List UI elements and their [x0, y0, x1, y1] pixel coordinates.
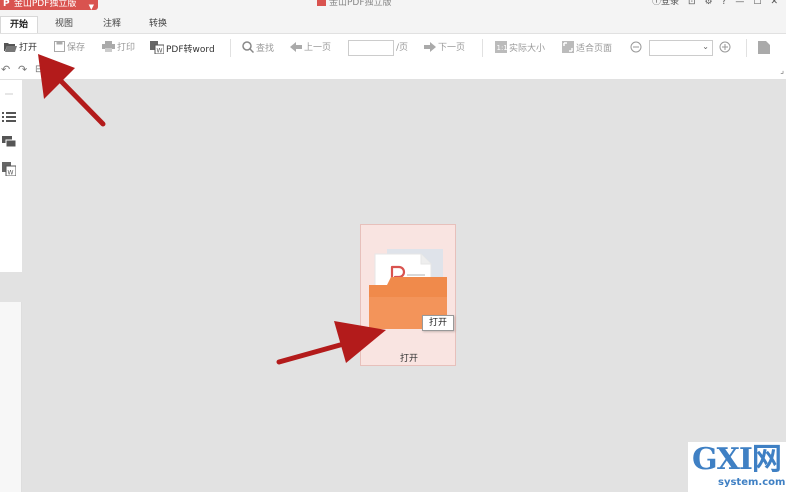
page-view-button[interactable]	[758, 41, 772, 55]
skin-icon[interactable]: ⊡	[688, 0, 696, 7]
window-controls: ⓘ登录 ⊡ ⚙ ? — ☐ ✕	[652, 0, 786, 8]
left-sidebar: W	[0, 80, 22, 492]
save-icon	[54, 41, 65, 52]
login-button[interactable]: ⓘ登录	[652, 0, 679, 7]
arrow-left-icon	[290, 42, 302, 52]
zoom-in-icon	[719, 41, 731, 53]
open-file-card[interactable]: 打开	[360, 224, 456, 366]
page-suffix: /页	[396, 43, 409, 53]
toolbar-divider	[230, 39, 231, 57]
close-button[interactable]: ✕	[770, 0, 778, 7]
fit-page-label: 适合页面	[576, 44, 613, 54]
user-icon: ⓘ	[651, 0, 661, 7]
actual-size-label: 实际大小	[509, 44, 546, 54]
find-button[interactable]: 查找	[242, 41, 274, 55]
comments-icon[interactable]	[2, 136, 16, 148]
pdf-to-word-label: PDF转word	[166, 45, 215, 55]
pdf-file-icon	[317, 0, 326, 6]
open-label: 打开	[19, 43, 38, 53]
watermark-logo: GXI网	[692, 442, 782, 477]
save-label: 保存	[67, 43, 86, 53]
watermark: GXI网 system.com	[688, 442, 786, 492]
fit-page-button[interactable]: 适合页面	[562, 41, 612, 55]
tab-convert[interactable]: 转换	[142, 16, 174, 33]
svg-text:1:1: 1:1	[497, 44, 508, 52]
app-badge-label: 金山PDF独立版	[13, 0, 77, 9]
prev-page-button[interactable]: 上一页	[290, 41, 331, 55]
actual-size-icon: 1:1	[495, 41, 507, 53]
open-button[interactable]: 打开	[4, 41, 37, 55]
settings-icon[interactable]: ⚙	[705, 0, 713, 7]
help-icon[interactable]: ?	[722, 0, 727, 7]
svg-text:W: W	[157, 48, 163, 55]
app-logo-icon: P	[3, 0, 10, 9]
find-label: 查找	[256, 44, 275, 54]
prev-page-label: 上一页	[304, 43, 332, 53]
tooltip: 打开	[422, 315, 454, 331]
print-label: 打印	[117, 43, 136, 53]
toolbar-divider	[746, 39, 747, 57]
zoom-out-icon	[630, 41, 642, 53]
chevron-down-icon: ▼	[88, 3, 94, 10]
chevron-down-icon: ⌄	[702, 42, 709, 51]
fit-page-icon	[562, 41, 574, 53]
sidebar-handle-icon	[5, 93, 13, 95]
quick-access-bar: ↶ ↷ ⊟ ⌟	[0, 61, 786, 80]
folder-open-icon	[4, 43, 17, 52]
zoom-select[interactable]: ⌄	[649, 40, 713, 56]
next-page-label: 下一页	[438, 43, 466, 53]
ribbon-tabs: 开始 视图 注释 转换	[0, 16, 786, 33]
collapse-ribbon-icon[interactable]: ⌟	[780, 66, 784, 75]
maximize-button[interactable]: ☐	[753, 0, 761, 7]
actual-size-button[interactable]: 1:1 实际大小	[495, 41, 545, 55]
title-bar: P 金山PDF独立版 ▼ 金山PDF独立版 ⓘ登录 ⊡ ⚙ ? — ☐ ✕	[0, 0, 786, 16]
outline-list-icon[interactable]	[2, 111, 16, 123]
sidebar-panel: W	[0, 80, 22, 272]
sidebar-gap	[0, 272, 22, 302]
thumbnails-icon[interactable]: W	[2, 162, 16, 176]
toolbar: 打开 保存 打印 W PDF转word 查找 上一页 /页 下一页 1:1 实际大小…	[0, 33, 786, 61]
window-title-text: 金山PDF独立版	[329, 0, 392, 8]
document-icon	[758, 41, 770, 54]
pdf-to-word-icon: W	[150, 41, 164, 54]
redo-icon[interactable]: ↷	[18, 63, 27, 77]
print-button[interactable]: 打印	[102, 41, 135, 55]
pdf-to-word-button[interactable]: W PDF转word	[150, 41, 215, 55]
search-icon	[242, 41, 254, 53]
undo-icon[interactable]: ↶	[1, 63, 10, 77]
next-page-button[interactable]: 下一页	[424, 41, 465, 55]
zoom-in-button[interactable]	[719, 41, 733, 55]
minimize-button[interactable]: —	[735, 0, 744, 7]
open-card-label: 打开	[399, 354, 418, 364]
arrow-right-icon	[424, 42, 436, 52]
print-icon	[102, 41, 115, 52]
watermark-url: system.com	[718, 477, 786, 488]
save-button[interactable]: 保存	[54, 41, 85, 55]
tab-view[interactable]: 视图	[48, 16, 80, 33]
login-label: 登录	[660, 0, 679, 7]
tab-start[interactable]: 开始	[0, 16, 38, 33]
zoom-out-button[interactable]	[630, 41, 644, 55]
page-number-input[interactable]	[348, 40, 394, 56]
app-menu-button[interactable]: P 金山PDF独立版 ▼	[0, 0, 98, 10]
toolbar-divider	[482, 39, 483, 57]
save-icon[interactable]: ⊟	[35, 63, 43, 77]
window-title: 金山PDF独立版	[317, 0, 392, 8]
tab-annotate[interactable]: 注释	[96, 16, 128, 33]
svg-text:W: W	[8, 170, 14, 177]
